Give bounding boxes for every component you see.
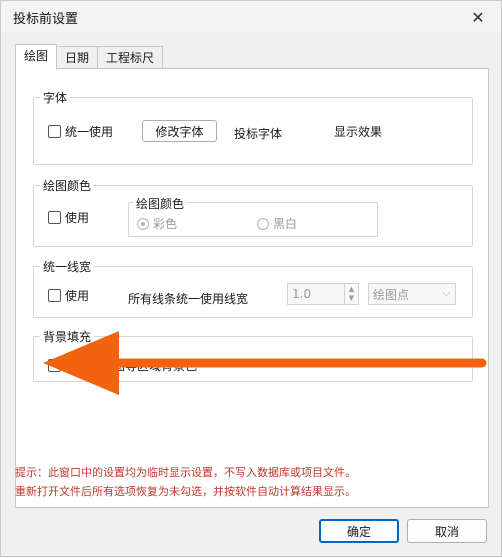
linewidth-desc: 所有线条统一使用线宽 — [128, 292, 249, 306]
unify-font-checkbox[interactable]: 统一使用 — [48, 123, 113, 140]
close-icon: ✕ — [471, 7, 485, 27]
hint-line-2: 重新打开文件后所有选项恢复为未勾选，并按软件自动计算结果显示。 — [15, 485, 356, 498]
radio-dot[interactable] — [137, 217, 149, 230]
chevron-down-icon[interactable]: ▼ — [349, 294, 354, 303]
linewidth-unit-select[interactable]: 绘图点 ⌵ — [368, 283, 456, 305]
use-color-checkbox[interactable]: 使用 — [48, 209, 89, 226]
radio-mono[interactable]: 黑白 — [257, 215, 297, 232]
close-button[interactable]: ✕ — [455, 1, 501, 33]
checkbox-box[interactable] — [48, 211, 61, 224]
color-mode-title: 绘图颜色 — [133, 195, 188, 212]
tab-date[interactable]: 日期 — [56, 46, 99, 70]
linewidth-group: 统一线宽 使用 所有线条统一使用线宽 1.0 ▲ ▼ 绘图点 ⌵ — [33, 258, 473, 318]
radio-color-label: 彩色 — [153, 217, 178, 231]
radio-dot[interactable] — [257, 217, 269, 230]
linewidth-unit: 绘图点 — [373, 287, 410, 302]
hint-line-1: 提示：此窗口中的设置均为临时显示设置，不写入数据库或项目文件。 — [15, 466, 356, 479]
chevron-down-icon: ⌵ — [442, 288, 450, 299]
font-name-label: 投标字体 — [234, 127, 283, 141]
background-checkbox[interactable]: 日历、绘图等区域背景色 — [48, 357, 197, 374]
chevron-up-icon[interactable]: ▲ — [349, 285, 354, 294]
tab-ruler[interactable]: 工程标尺 — [97, 46, 164, 70]
tab-strip: 绘图 日期 工程标尺 — [15, 44, 164, 70]
color-mode-group: 绘图颜色 彩色 黑白 — [128, 195, 378, 237]
unify-font-label: 统一使用 — [65, 125, 114, 139]
dialog-window: 投标前设置 ✕ 绘图 日期 工程标尺 字体 统一使用 修改字体 投标字体 显示效… — [0, 0, 502, 557]
background-group: 背景填充 日历、绘图等区域背景色 — [33, 328, 473, 382]
tab-drawing[interactable]: 绘图 — [15, 44, 58, 70]
ok-button[interactable]: 确定 — [319, 519, 399, 543]
modify-font-button[interactable]: 修改字体 — [142, 120, 217, 142]
background-group-title: 背景填充 — [40, 328, 95, 345]
font-group: 字体 统一使用 修改字体 投标字体 显示效果 — [33, 89, 473, 165]
window-title: 投标前设置 — [13, 12, 79, 27]
font-preview: 显示效果 — [332, 120, 462, 142]
cancel-button[interactable]: 取消 — [407, 519, 487, 543]
use-color-label: 使用 — [65, 211, 90, 225]
radio-mono-label: 黑白 — [273, 217, 298, 231]
radio-color[interactable]: 彩色 — [137, 215, 177, 232]
linewidth-spinner[interactable]: 1.0 ▲ ▼ — [287, 283, 359, 305]
checkbox-box[interactable] — [48, 125, 61, 138]
color-group-title: 绘图颜色 — [40, 177, 95, 194]
use-linewidth-checkbox[interactable]: 使用 — [48, 287, 89, 304]
use-linewidth-label: 使用 — [65, 289, 90, 303]
spinner-arrows[interactable]: ▲ ▼ — [344, 284, 358, 304]
color-group: 绘图颜色 使用 绘图颜色 彩色 黑白 — [33, 177, 473, 247]
tab-panel-drawing: 字体 统一使用 修改字体 投标字体 显示效果 绘图颜色 使用 绘图颜色 彩色 黑… — [15, 68, 489, 508]
linewidth-value: 1.0 — [292, 287, 312, 301]
font-group-title: 字体 — [40, 89, 71, 106]
linewidth-group-title: 统一线宽 — [40, 258, 95, 275]
checkbox-box[interactable] — [48, 359, 61, 372]
title-bar: 投标前设置 ✕ — [1, 1, 501, 33]
checkbox-box[interactable] — [48, 289, 61, 302]
background-desc: 日历、绘图等区域背景色 — [65, 359, 198, 373]
